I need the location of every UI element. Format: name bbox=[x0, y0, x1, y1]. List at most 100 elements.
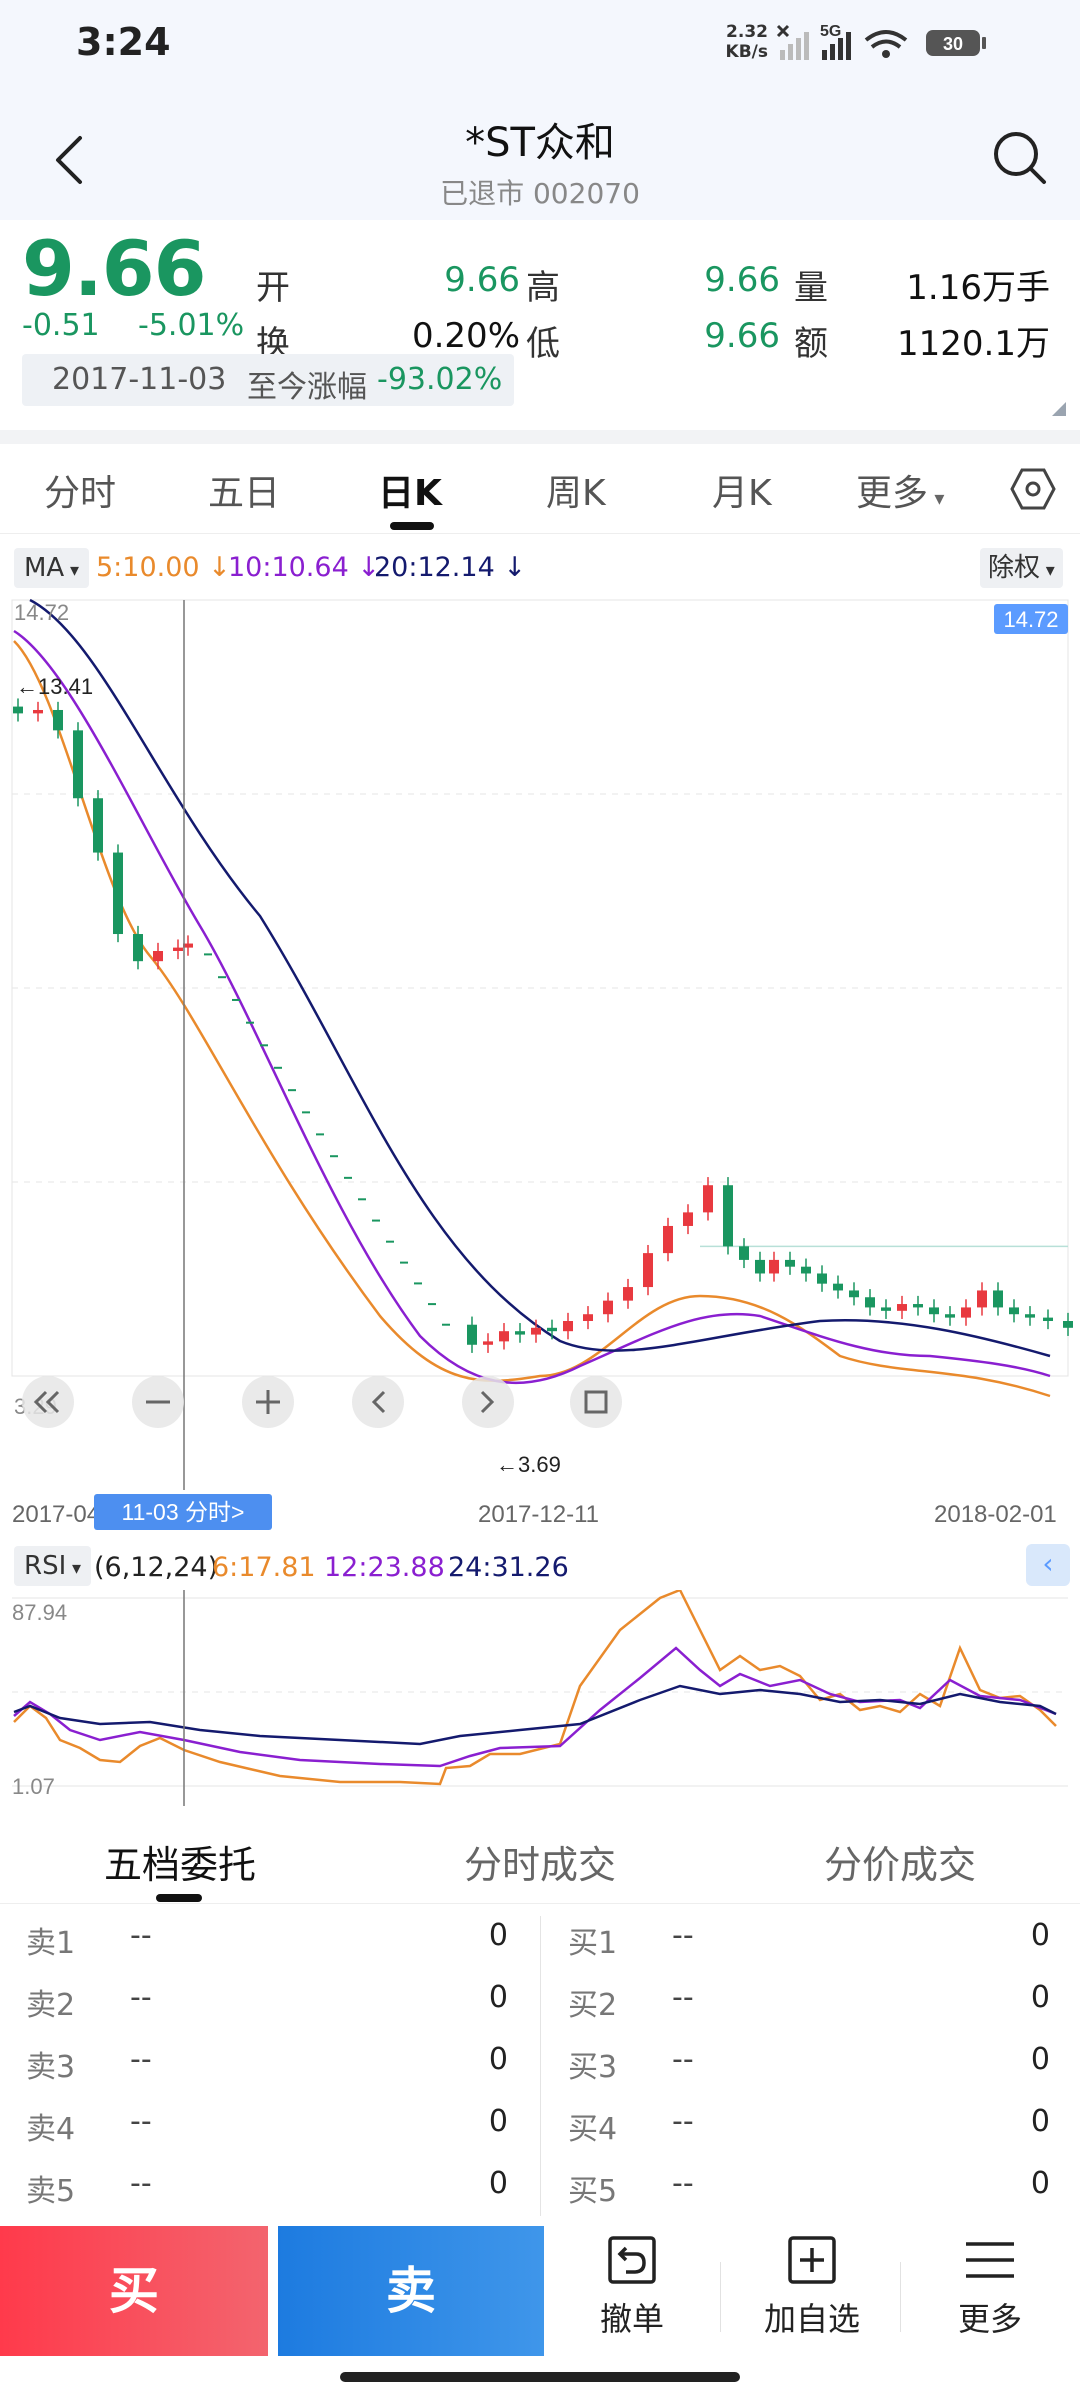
rewind-button[interactable] bbox=[22, 1376, 74, 1428]
menu-icon bbox=[966, 2242, 1014, 2278]
cursor-date-tag[interactable]: 11-03 分时> bbox=[122, 1499, 245, 1525]
price-change: -0.51 bbox=[22, 308, 100, 343]
sell-row: 卖1 -- 0 bbox=[26, 1918, 508, 1961]
candle bbox=[723, 1185, 733, 1247]
sell-row: 卖4 -- 0 bbox=[26, 2104, 508, 2147]
rsi24-line bbox=[13, 1684, 1057, 1746]
bottom-separator bbox=[900, 2262, 901, 2332]
high-price-marker: ←13.41 bbox=[16, 674, 93, 699]
fullscreen-button[interactable] bbox=[570, 1376, 622, 1428]
candle bbox=[865, 1297, 875, 1308]
order-book-divider bbox=[540, 1916, 541, 2216]
scroll-left-button[interactable] bbox=[352, 1376, 404, 1428]
x-label-end: 2018-02-01 bbox=[934, 1501, 1057, 1528]
candle bbox=[1025, 1314, 1035, 1318]
tab-five-day[interactable]: 五日 bbox=[208, 464, 280, 516]
candle bbox=[515, 1331, 525, 1335]
sell-row: 卖3 -- 0 bbox=[26, 2042, 508, 2085]
candle bbox=[33, 709, 43, 714]
stock-subtitle: 已退市 002070 bbox=[440, 177, 640, 210]
candle bbox=[897, 1304, 907, 1311]
buy-row: 买1 -- 0 bbox=[568, 1918, 1050, 1961]
chart-zoom-controls bbox=[22, 1376, 622, 1428]
collapse-left-icon[interactable]: ‹ bbox=[1026, 1544, 1070, 1586]
candle bbox=[849, 1290, 859, 1298]
search-icon[interactable] bbox=[990, 128, 1050, 188]
active-tab-indicator bbox=[390, 522, 434, 530]
order-book: 卖1 -- 0 卖2 -- 0 卖3 -- 0 卖4 -- 0 卖5 -- 0 买1 -- 0 买2 --… bbox=[0, 1906, 1080, 2216]
low-price-marker: ←3.69 bbox=[496, 1452, 561, 1477]
settings-hexagon-icon[interactable] bbox=[1010, 466, 1056, 512]
candle bbox=[643, 1253, 653, 1288]
candle bbox=[1063, 1321, 1073, 1328]
low-value: 9.66 bbox=[704, 316, 780, 356]
current-price: 9.66 bbox=[22, 224, 207, 313]
adjust-selector-button[interactable]: 除权 ▾ bbox=[980, 548, 1063, 588]
amount-label: 额 bbox=[794, 324, 828, 364]
scroll-right-button[interactable] bbox=[462, 1376, 514, 1428]
candle bbox=[563, 1321, 573, 1332]
candle bbox=[53, 709, 63, 731]
sell-row: 卖2 -- 0 bbox=[26, 1980, 508, 2023]
rsi-y-max: 87.94 bbox=[12, 1600, 67, 1625]
ma20-value: 20:12.14 ↓ bbox=[374, 552, 526, 583]
rsi-chart[interactable]: 87.94 1.07 bbox=[0, 1590, 1080, 1810]
plus-box-icon bbox=[788, 2236, 836, 2284]
tab-monthly-k[interactable]: 月K bbox=[712, 464, 772, 516]
rsi6-line bbox=[13, 1590, 1057, 1786]
candle bbox=[977, 1290, 987, 1308]
zoom-in-button[interactable] bbox=[242, 1376, 294, 1428]
tab-weekly-k[interactable]: 周K bbox=[546, 464, 606, 516]
ma10-value: 10:10.64 ↓ bbox=[228, 552, 380, 583]
period-tabs: 分时 五日 日K 周K 月K 更多 ▾ bbox=[0, 446, 1080, 534]
tab-more[interactable]: 更多 ▾ bbox=[856, 464, 944, 516]
candle bbox=[801, 1266, 811, 1274]
buy-button[interactable]: 买 bbox=[0, 2226, 268, 2356]
candle bbox=[785, 1259, 795, 1267]
low-label: 低 bbox=[526, 324, 560, 364]
rsi12-value: 12:23.88 bbox=[324, 1552, 445, 1583]
open-value: 9.66 bbox=[444, 260, 520, 300]
candle bbox=[945, 1314, 955, 1318]
sell-button[interactable]: 卖 bbox=[278, 2226, 544, 2356]
ma5-line bbox=[13, 640, 1051, 1398]
candle bbox=[73, 730, 83, 799]
ma-selector-button[interactable]: MA ▾ bbox=[14, 548, 89, 588]
tab-time-trades[interactable]: 分时成交 bbox=[464, 1834, 616, 1889]
home-indicator[interactable] bbox=[340, 2372, 740, 2382]
buy-row: 买5 -- 0 bbox=[568, 2166, 1050, 2209]
x-label-mid: 2017-12-11 bbox=[478, 1501, 599, 1528]
zoom-out-button[interactable] bbox=[132, 1376, 184, 1428]
candle bbox=[913, 1304, 923, 1308]
add-watchlist-button[interactable]: 加自选 bbox=[732, 2232, 892, 2352]
candle bbox=[483, 1341, 493, 1345]
more-menu-button[interactable]: 更多 bbox=[910, 2232, 1070, 2352]
candle bbox=[467, 1324, 477, 1345]
cancel-order-button[interactable]: 撤单 bbox=[552, 2232, 712, 2352]
svg-text:5G: 5G bbox=[820, 23, 841, 40]
candle bbox=[547, 1327, 557, 1332]
buy-row: 买4 -- 0 bbox=[568, 2104, 1050, 2147]
tab-intraday[interactable]: 分时 bbox=[44, 464, 116, 516]
kline-chart[interactable]: 14.72 3.29 14.72 ←13.41 ←3.69 2017-04 20… bbox=[0, 596, 1080, 1536]
battery-icon: 30 bbox=[926, 30, 986, 56]
open-label: 开 bbox=[256, 268, 290, 308]
tab-daily-k[interactable]: 日K bbox=[378, 464, 442, 516]
caret-down-icon: ▾ bbox=[928, 486, 945, 510]
candle bbox=[113, 852, 123, 935]
candle bbox=[755, 1259, 765, 1274]
since-label: 至今涨幅 bbox=[247, 370, 367, 405]
candle bbox=[173, 947, 183, 951]
tab-price-trades[interactable]: 分价成交 bbox=[824, 1834, 976, 1889]
quote-panel: 9.66 -0.51 -5.01% 开 9.66 高 9.66 量 1.16万手… bbox=[0, 220, 1080, 430]
volume-label: 量 bbox=[794, 268, 828, 308]
rsi-selector-button[interactable]: RSI ▾ bbox=[14, 1546, 92, 1586]
rsi-indicator-row: RSI ▾ (6,12,24) 6:17.81 12:23.88 24:31.2… bbox=[0, 1540, 1080, 1590]
signal-5g-icon: 5G bbox=[820, 23, 851, 60]
expand-corner-icon[interactable] bbox=[1052, 402, 1066, 416]
tab-order-book[interactable]: 五档委托 bbox=[104, 1834, 256, 1889]
status-bar: 3:24 2.32 KB/s 5G 30 bbox=[0, 0, 1080, 90]
candle bbox=[1009, 1307, 1019, 1315]
candle bbox=[993, 1290, 1003, 1308]
order-tabs: 五档委托 分时成交 分价成交 bbox=[0, 1812, 1080, 1904]
